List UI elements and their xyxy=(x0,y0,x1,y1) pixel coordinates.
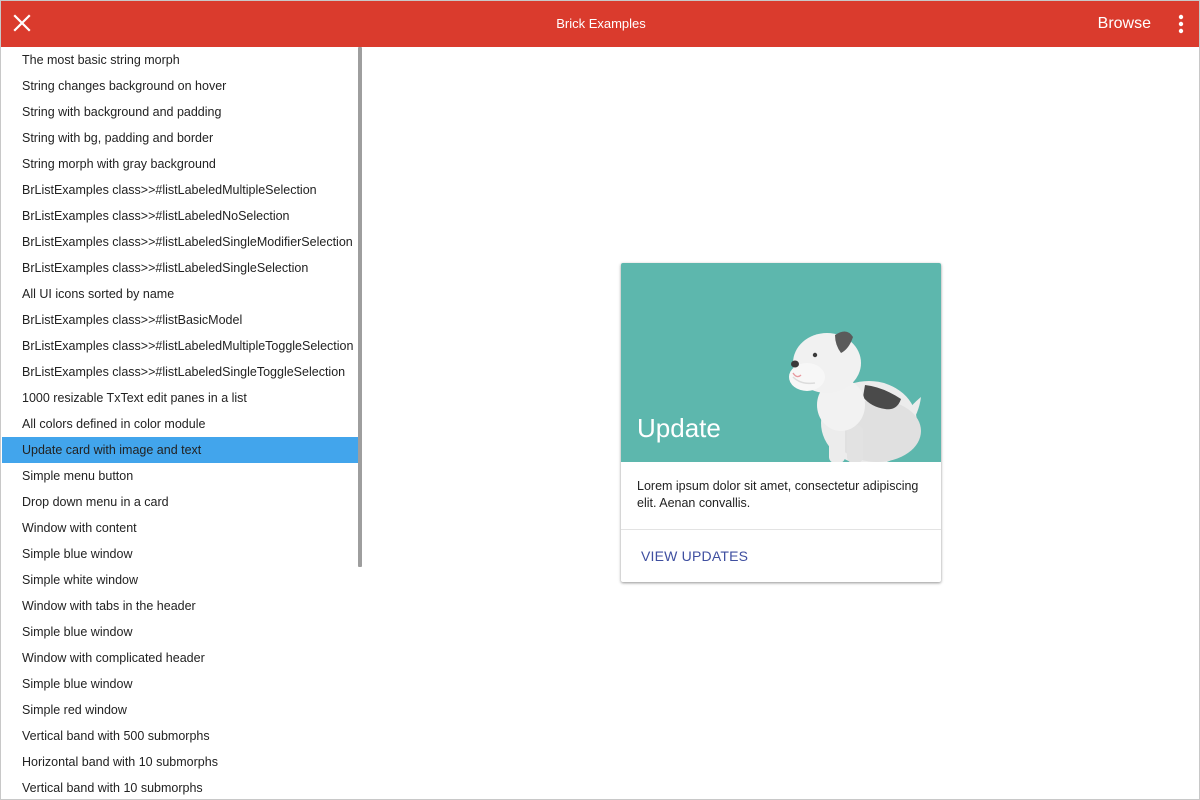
list-item[interactable]: Simple blue window xyxy=(2,541,360,567)
list-item[interactable]: Drop down menu in a card xyxy=(2,489,360,515)
card-body-text: Lorem ipsum dolor sit amet, consectetur … xyxy=(637,479,919,510)
list-item[interactable]: BrListExamples class>>#listLabeledMultip… xyxy=(2,177,360,203)
list-scrollbar[interactable] xyxy=(358,47,362,567)
list-item[interactable]: All UI icons sorted by name xyxy=(2,281,360,307)
list-item[interactable]: BrListExamples class>>#listLabeledSingle… xyxy=(2,255,360,281)
browse-button[interactable]: Browse xyxy=(1098,1,1151,47)
list-item[interactable]: String with bg, padding and border xyxy=(2,125,360,151)
update-card: Update Lorem ipsum dolor sit amet, conse… xyxy=(621,263,941,582)
list-item[interactable]: Simple blue window xyxy=(2,619,360,645)
list-item[interactable]: Horizontal band with 10 submorphs xyxy=(2,749,360,775)
list-item[interactable]: String morph with gray background xyxy=(2,151,360,177)
list-item[interactable]: The most basic string morph xyxy=(2,47,360,73)
list-item[interactable]: Update card with image and text xyxy=(2,437,360,463)
list-item[interactable]: String changes background on hover xyxy=(2,73,360,99)
window-title: Brick Examples xyxy=(556,16,646,31)
bulldog-illustration xyxy=(789,331,921,462)
list-item[interactable]: Simple white window xyxy=(2,567,360,593)
list-item[interactable]: Simple red window xyxy=(2,697,360,723)
list-item[interactable]: All colors defined in color module xyxy=(2,411,360,437)
title-bar: Brick Examples Browse xyxy=(1,1,1199,47)
more-vertical-icon xyxy=(1178,14,1184,34)
list-item[interactable]: Simple blue window xyxy=(2,671,360,697)
list-item[interactable]: BrListExamples class>>#listLabeledSingle… xyxy=(2,359,360,385)
close-icon xyxy=(13,14,31,32)
list-item[interactable]: 1000 resizable TxText edit panes in a li… xyxy=(2,385,360,411)
list-item[interactable]: BrListExamples class>>#listLabeledNoSele… xyxy=(2,203,360,229)
more-menu-button[interactable] xyxy=(1171,11,1191,37)
list-item[interactable]: BrListExamples class>>#listLabeledSingle… xyxy=(2,229,360,255)
list-item[interactable]: Window with content xyxy=(2,515,360,541)
list-item[interactable]: Simple menu button xyxy=(2,463,360,489)
view-updates-button[interactable]: VIEW UPDATES xyxy=(641,548,748,564)
close-button[interactable] xyxy=(9,10,35,36)
list-item[interactable]: Window with tabs in the header xyxy=(2,593,360,619)
examples-list[interactable]: The most basic string morph String change… xyxy=(2,47,360,799)
app-window: Brick Examples Browse The most basic str… xyxy=(0,0,1200,800)
list-item[interactable]: BrListExamples class>>#listLabeledMultip… xyxy=(2,333,360,359)
card-media: Update xyxy=(621,263,941,462)
list-item[interactable]: Window with complicated header xyxy=(2,645,360,671)
list-item[interactable]: Vertical band with 10 submorphs xyxy=(2,775,360,799)
card-title: Update xyxy=(637,413,721,443)
list-item[interactable]: BrListExamples class>>#listBasicModel xyxy=(2,307,360,333)
list-item[interactable]: Vertical band with 500 submorphs xyxy=(2,723,360,749)
list-item[interactable]: String with background and padding xyxy=(2,99,360,125)
card-divider xyxy=(621,529,941,530)
